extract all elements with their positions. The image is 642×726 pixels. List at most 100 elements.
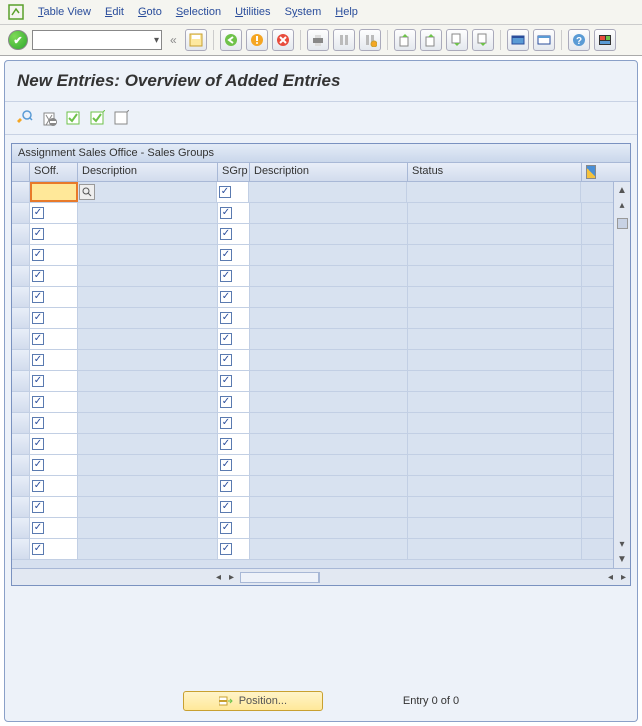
table-row[interactable] [12,329,613,350]
delete-button[interactable] [39,108,59,128]
checkbox-icon[interactable] [220,438,232,450]
cell-sgrp[interactable] [218,497,250,517]
checkbox-icon[interactable] [32,228,44,240]
menu-selection[interactable]: Selection [176,6,221,18]
col-selector[interactable] [12,163,30,181]
row-selector[interactable] [12,413,30,433]
cell-soff[interactable] [30,434,78,454]
new-session-button[interactable] [507,29,529,51]
cell-soff[interactable] [30,539,78,559]
save-button[interactable] [185,29,207,51]
table-row[interactable] [12,392,613,413]
prev-page-button[interactable] [420,29,442,51]
cell-soff[interactable] [30,476,78,496]
window-menu-icon[interactable] [8,4,24,20]
checkbox-icon[interactable] [32,522,44,534]
row-selector[interactable] [12,392,30,412]
row-selector[interactable] [12,266,30,286]
cell-sgrp[interactable] [218,539,250,559]
checkbox-icon[interactable] [32,396,44,408]
col-soff[interactable]: SOff. [30,163,78,181]
cell-sgrp[interactable] [218,413,250,433]
col-description-2[interactable]: Description [250,163,408,181]
cell-sgrp[interactable] [218,392,250,412]
deselect-all-button[interactable] [111,108,131,128]
select-all-button[interactable] [63,108,83,128]
checkbox-icon[interactable] [32,375,44,387]
checkbox-icon[interactable] [220,375,232,387]
table-row[interactable] [12,266,613,287]
table-row[interactable] [12,434,613,455]
checkbox-icon[interactable] [220,396,232,408]
back-button[interactable] [220,29,242,51]
vertical-scrollbar[interactable]: ▲ ▴ ▾ ▼ [613,182,630,568]
hscroll-track[interactable] [240,572,320,583]
cell-sgrp[interactable] [218,287,250,307]
table-row[interactable] [12,476,613,497]
checkbox-icon[interactable] [32,501,44,513]
checkbox-icon[interactable] [220,312,232,324]
table-row[interactable] [12,497,613,518]
enter-button[interactable]: ✔ [8,30,28,50]
row-selector[interactable] [12,350,30,370]
select-block-button[interactable] [87,108,107,128]
checkbox-icon[interactable] [32,270,44,282]
scroll-down-icon[interactable]: ▼ [616,553,629,566]
cell-soff[interactable] [30,224,78,244]
cell-sgrp[interactable] [218,266,250,286]
row-selector[interactable] [12,329,30,349]
cell-sgrp[interactable] [218,476,250,496]
table-row[interactable] [12,518,613,539]
row-selector[interactable] [12,224,30,244]
cell-sgrp[interactable] [218,203,250,223]
cell-sgrp[interactable] [218,224,250,244]
value-help-button[interactable] [79,184,95,200]
checkbox-icon[interactable] [220,228,232,240]
checkbox-icon[interactable] [32,333,44,345]
cell-soff[interactable] [30,182,78,202]
cell-soff[interactable] [30,245,78,265]
print-button[interactable] [307,29,329,51]
scroll-down-icon-2[interactable]: ▾ [616,538,629,551]
cell-soff[interactable] [30,497,78,517]
checkbox-icon[interactable] [220,543,232,555]
menu-table-view[interactable]: Table View [38,6,91,18]
checkbox-icon[interactable] [220,459,232,471]
checkbox-icon[interactable] [220,291,232,303]
checkbox-icon[interactable] [220,417,232,429]
menu-goto[interactable]: Goto [138,6,162,18]
cell-sgrp[interactable] [218,455,250,475]
cell-soff[interactable] [30,455,78,475]
first-page-button[interactable] [394,29,416,51]
row-selector[interactable] [12,434,30,454]
cell-sgrp[interactable] [218,518,250,538]
checkbox-icon[interactable] [220,522,232,534]
table-row[interactable] [12,245,613,266]
cell-soff[interactable] [30,308,78,328]
menu-help[interactable]: Help [335,6,358,18]
checkbox-icon[interactable] [32,438,44,450]
find-next-button[interactable] [359,29,381,51]
hscroll-left-icon-2[interactable]: ◂ [604,571,617,584]
find-button[interactable] [333,29,355,51]
checkbox-icon[interactable] [220,480,232,492]
cell-soff[interactable] [30,518,78,538]
table-row[interactable] [12,182,613,203]
row-selector[interactable] [12,476,30,496]
command-field[interactable]: ▾ [32,30,162,50]
cell-soff[interactable] [30,203,78,223]
checkbox-icon[interactable] [32,417,44,429]
cell-sgrp[interactable] [217,182,249,202]
cell-soff[interactable] [30,329,78,349]
cell-soff[interactable] [30,350,78,370]
cell-soff[interactable] [30,371,78,391]
row-selector[interactable] [12,518,30,538]
checkbox-icon[interactable] [220,207,232,219]
cell-sgrp[interactable] [218,434,250,454]
hscroll-left-icon[interactable]: ◂ [212,571,225,584]
table-row[interactable] [12,203,613,224]
last-page-button[interactable] [472,29,494,51]
next-page-button[interactable] [446,29,468,51]
row-selector[interactable] [12,539,30,559]
checkbox-icon[interactable] [220,249,232,261]
